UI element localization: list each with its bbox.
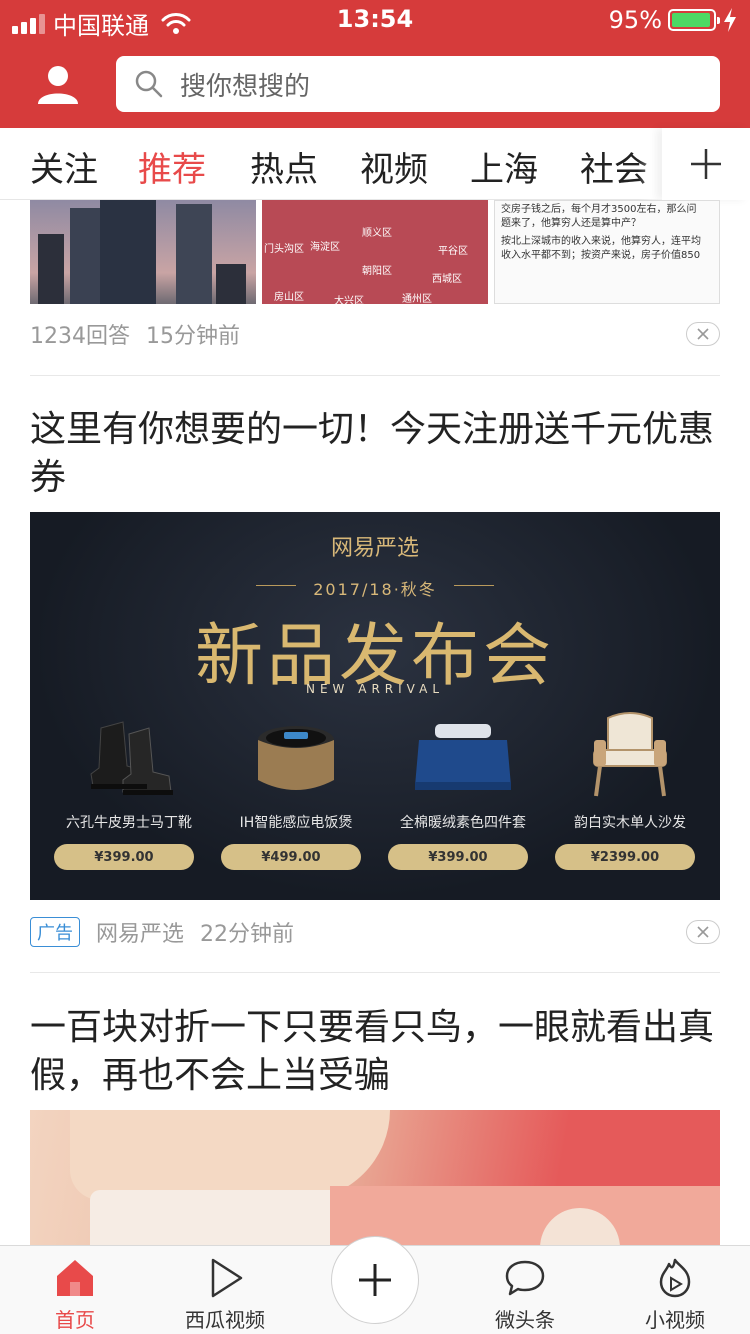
nav-weitoutiao[interactable]: 微头条	[465, 1246, 585, 1334]
home-icon	[57, 1260, 93, 1296]
product-price: ¥399.00	[54, 844, 194, 870]
article-text-image: 交房子钱之后，每个月才3500左右，那么问 题来了，他算穷人还是算中产？ 按北上…	[494, 200, 720, 304]
ad-brand-logo: 网易严选	[330, 536, 419, 561]
search-bar[interactable]: 搜你想搜的	[116, 56, 720, 112]
feed-item-meta: 广告 网易严选 22分钟前	[30, 916, 310, 948]
flame-play-icon	[659, 1258, 691, 1298]
boots-icon	[90, 721, 173, 795]
thumbnail-row: 顺义区 平谷区 门头沟区 海淀区 朝阳区 房山区 大兴区 通州区 西城区 交房子…	[30, 200, 720, 304]
ad-product-4[interactable]: 韵白实木单人沙发 ¥2399.00	[555, 710, 705, 880]
nav-label: 西瓜视频	[185, 1308, 265, 1332]
play-icon	[211, 1258, 243, 1298]
district-price-map-image: 顺义区 平谷区 门头沟区 海淀区 朝阳区 房山区 大兴区 通州区 西城区	[262, 200, 488, 304]
bottom-nav-bar: 首页 西瓜视频 微头条 小视频	[0, 1236, 750, 1334]
tab-recommend[interactable]: 推荐	[138, 142, 206, 191]
nav-short-video[interactable]: 小视频	[615, 1246, 735, 1334]
product-price: ¥399.00	[388, 844, 528, 870]
publish-time: 22分钟前	[200, 922, 295, 947]
product-name: 全棉暖绒素色四件套	[400, 815, 526, 831]
ad-season: 2017/18·秋冬	[313, 580, 437, 599]
close-icon	[697, 328, 709, 340]
feed-divider	[30, 375, 720, 376]
app-header: 中国联通 13:54 95% 搜你想搜的	[0, 0, 750, 128]
ad-season-line-right	[454, 585, 494, 586]
product-price: ¥499.00	[221, 844, 361, 870]
product-price: ¥2399.00	[555, 844, 695, 870]
feed-divider	[30, 972, 720, 973]
status-right: 95%	[609, 6, 738, 34]
ad-product-2[interactable]: IH智能感应电饭煲 ¥499.00	[221, 710, 371, 880]
answer-count: 1234回答	[30, 324, 130, 349]
armchair-icon	[593, 712, 667, 797]
publish-time: 15分钟前	[146, 324, 240, 349]
tab-video[interactable]: 视频	[360, 142, 428, 191]
article-title[interactable]: 这里有你想要的一切！今天注册送千元优惠券	[30, 406, 720, 502]
battery-percent: 95%	[608, 6, 662, 34]
chat-bubble-icon	[505, 1260, 545, 1296]
channel-tabs: 关注 推荐 热点 视频 上海 社会	[0, 128, 750, 200]
nav-label: 微头条	[495, 1308, 555, 1332]
rice-cooker-icon	[258, 726, 334, 790]
search-icon	[135, 70, 163, 98]
product-name: 六孔牛皮男士马丁靴	[66, 815, 192, 831]
ad-subheadline: NEW ARRIVAL	[306, 682, 444, 696]
battery-fill	[672, 13, 710, 27]
close-icon	[697, 926, 709, 938]
plus-icon	[359, 1264, 391, 1296]
ad-product-1[interactable]: 六孔牛皮男士马丁靴 ¥399.00	[54, 710, 204, 880]
nav-label: 小视频	[645, 1308, 705, 1332]
city-skyline-image	[30, 200, 256, 304]
product-name: 韵白实木单人沙发	[574, 815, 686, 831]
nav-label: 首页	[55, 1308, 95, 1332]
tab-hot[interactable]: 热点	[250, 142, 318, 191]
nav-home[interactable]: 首页	[15, 1246, 135, 1334]
source-name[interactable]: 网易严选	[96, 916, 184, 948]
bedding-icon	[415, 724, 511, 790]
plus-icon	[691, 149, 721, 179]
status-bar: 中国联通 13:54 95%	[0, 0, 750, 40]
feed-item-meta: 1234回答 15分钟前	[30, 318, 256, 350]
publish-button[interactable]	[331, 1236, 419, 1324]
charging-bolt-icon	[724, 8, 736, 32]
add-channel-button[interactable]	[662, 128, 750, 200]
product-name: IH智能感应电饭煲	[239, 815, 353, 831]
dismiss-button[interactable]	[686, 920, 720, 944]
dismiss-button[interactable]	[686, 322, 720, 346]
article-title[interactable]: 一百块对折一下只要看只鸟，一眼就看出真假，再也不会上当受骗	[30, 1004, 720, 1100]
tab-shanghai[interactable]: 上海	[470, 142, 538, 191]
ad-banner-image[interactable]: 网易严选 2017/18·秋冬 新品发布会 NEW ARRIVAL 六孔牛皮男士…	[30, 512, 720, 900]
nav-xigua-video[interactable]: 西瓜视频	[165, 1246, 285, 1334]
ad-badge: 广告	[30, 917, 80, 947]
tab-follow[interactable]: 关注	[30, 142, 98, 191]
search-placeholder: 搜你想搜的	[180, 71, 311, 102]
ad-product-3[interactable]: 全棉暖绒素色四件套 ¥399.00	[388, 710, 538, 880]
battery-icon	[668, 9, 720, 31]
user-avatar-icon[interactable]	[36, 62, 80, 106]
